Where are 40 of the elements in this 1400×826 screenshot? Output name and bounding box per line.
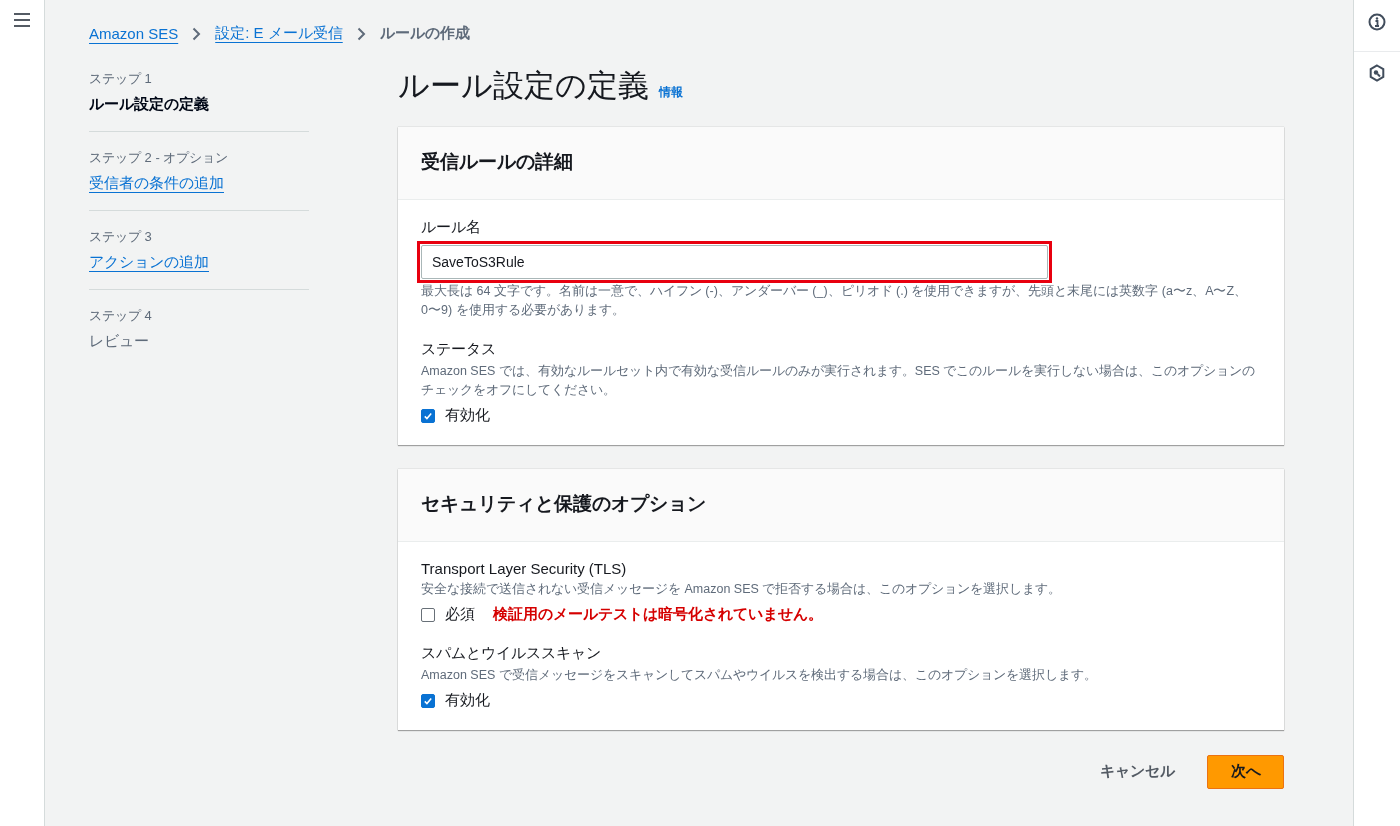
chevron-right-icon: [356, 26, 366, 41]
breadcrumb-current: ルールの作成: [379, 24, 470, 43]
panel-title: セキュリティと保護のオプション: [421, 492, 707, 516]
field-label: ステータス: [421, 340, 497, 359]
input-field[interactable]: SaveToS3Rule: [421, 245, 1048, 279]
field-label: Transport Layer Security (TLS): [421, 560, 628, 577]
menu-icon[interactable]: [13, 12, 31, 28]
checkbox[interactable]: [421, 408, 435, 423]
field-hint: 最大長は 64 文字です。名前は一意で、ハイフン (-)、アンダーバー (_)、ピリオド (.) を使用できますが、先頭と末尾には英数字 (a〜z、A〜Z、0〜9) を使用する必要があります。: [421, 283, 1249, 319]
field-description: Amazon SES では、有効なルールセット内で有効な受信ルールのみが実行されます。SES でこのルールを実行しない場合は、このオプションのチェックをオフにしてください。: [421, 363, 1257, 399]
breadcrumb-link[interactable]: 設定: E メール受信: [215, 24, 343, 43]
field-label: ルール名: [421, 218, 482, 237]
checkbox[interactable]: [421, 693, 435, 708]
field-description: 安全な接続で送信されない受信メッセージを Amazon SES で拒否する場合は、このオプションを選択します。: [421, 581, 1063, 598]
next-button[interactable]: 次へ: [1207, 754, 1284, 789]
annotation-note: 検証用のメールテストは暗号化されていません。: [493, 605, 823, 624]
checkbox-label: 有効化: [445, 406, 490, 425]
checkmark-icon: [423, 695, 433, 706]
checkbox[interactable]: [421, 607, 435, 622]
chevron-right-icon: [192, 26, 202, 41]
checkmark-icon: [423, 410, 433, 421]
step-title: ルール設定の定義: [89, 95, 209, 112]
step-label: ステップ 4: [89, 307, 153, 325]
step-link[interactable]: 受信者の条件の追加: [89, 174, 224, 191]
checkbox-label: 必須: [445, 605, 475, 624]
page-title: ルール設定の定義: [398, 67, 649, 105]
checkbox-label: 有効化: [445, 691, 490, 710]
breadcrumb-link[interactable]: Amazon SES: [89, 25, 179, 42]
step-label: ステップ 1: [89, 70, 153, 88]
cancel-button[interactable]: キャンセル: [1100, 754, 1175, 789]
step-label: ステップ 3: [89, 228, 153, 246]
step-title: レビュー: [89, 332, 149, 349]
field-label: スパムとウイルススキャン: [421, 644, 602, 663]
step-link[interactable]: アクションの追加: [89, 253, 209, 270]
info-icon[interactable]: [1368, 13, 1386, 31]
field-description: Amazon SES で受信メッセージをスキャンしてスパムやウイルスを検出する場合は、このオプションを選択します。: [421, 667, 1098, 684]
panel-title: 受信ルールの詳細: [421, 150, 574, 174]
step-label: ステップ 2 - オプション: [89, 149, 230, 167]
info-link[interactable]: 情報: [659, 84, 683, 101]
hexagon-icon[interactable]: [1369, 64, 1385, 82]
